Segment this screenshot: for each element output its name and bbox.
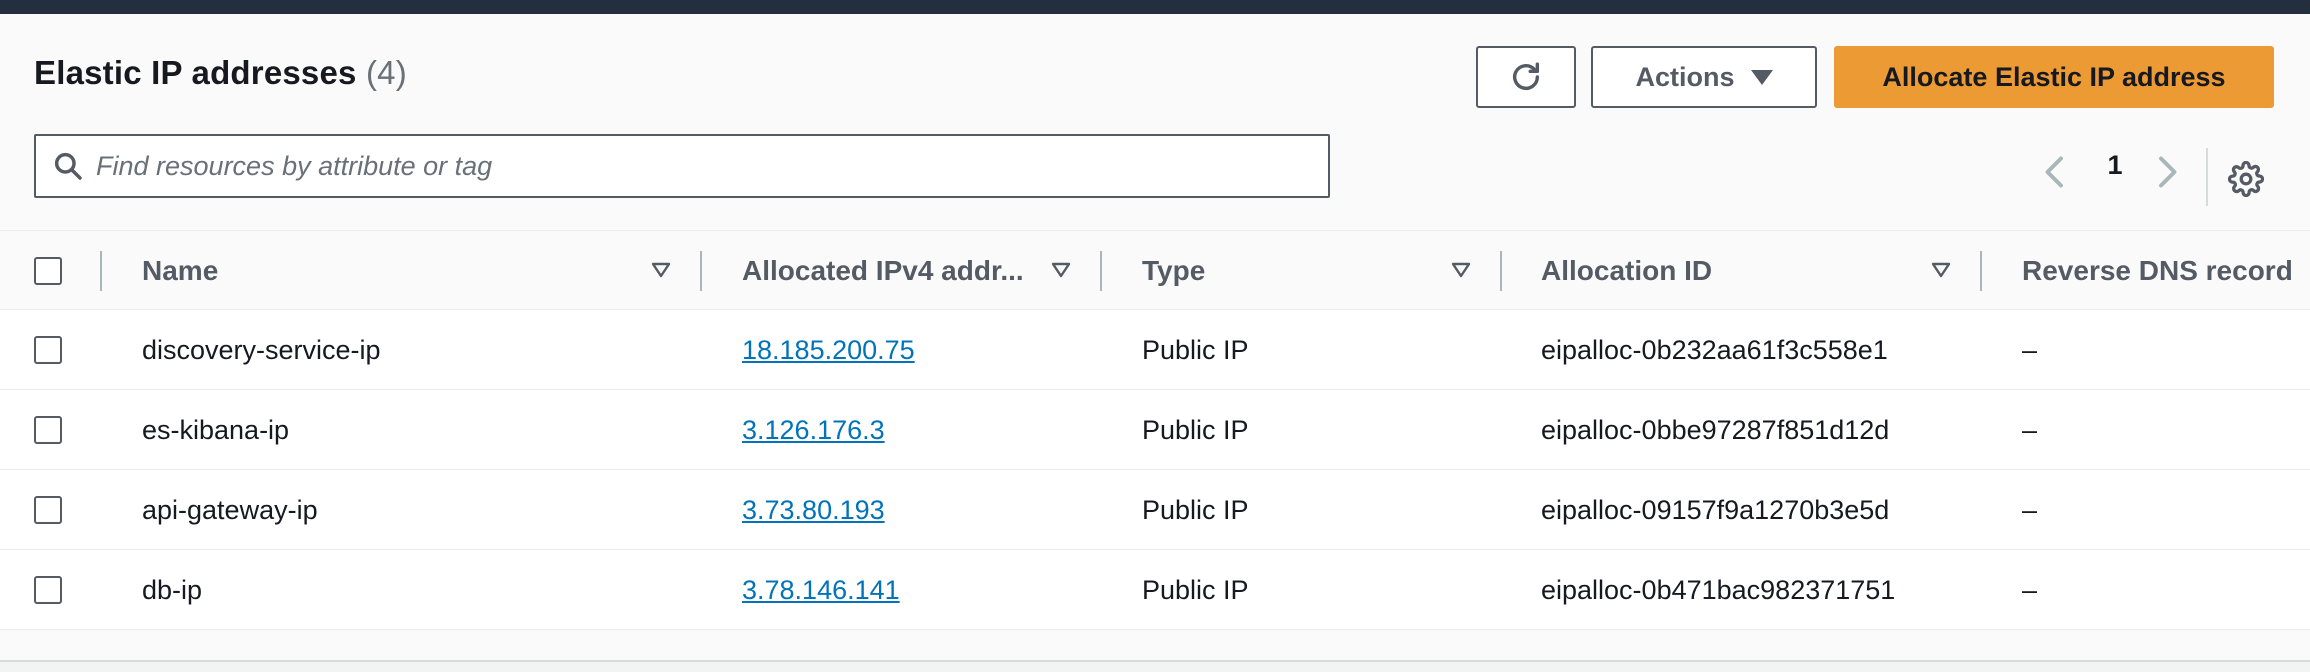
actions-label: Actions [1635,61,1735,92]
cell-ipv4: 3.73.80.193 [742,470,885,550]
row-checkbox[interactable] [34,416,62,444]
cell-ipv4: 3.78.146.141 [742,550,900,630]
refresh-button[interactable] [1476,46,1576,108]
caret-down-icon [1750,69,1773,85]
elastic-ip-table: Name Allocated IPv4 addr... Type Allocat… [0,230,2310,630]
column-divider [1500,251,1502,291]
row-checkbox[interactable] [34,576,62,604]
ipv4-link[interactable]: 18.185.200.75 [742,335,915,366]
cell-allocation-id: eipalloc-0bbe97287f851d12d [1541,414,1890,445]
cell-name: api-gateway-ip [142,494,318,525]
cell-allocation-id: eipalloc-09157f9a1270b3e5d [1541,494,1890,525]
column-divider [1980,251,1982,291]
preferences-button[interactable] [2227,160,2265,202]
cell-name: es-kibana-ip [142,414,290,445]
cell-type: Public IP [1142,574,1249,605]
table-header-row: Name Allocated IPv4 addr... Type Allocat… [0,230,2310,310]
row-checkbox[interactable] [34,336,62,364]
resource-count: (4) [365,54,407,91]
cell-reverse-dns: – [2022,334,2038,365]
search-input[interactable] [96,150,1276,182]
ipv4-link[interactable]: 3.78.146.141 [742,575,900,606]
page-title-text: Elastic IP addresses [34,54,357,91]
column-header-reverse-dns[interactable]: Reverse DNS record [2022,231,2293,311]
column-divider [100,251,102,291]
select-all-checkbox[interactable] [34,257,62,285]
search-icon [54,152,82,180]
sort-caret-icon[interactable] [650,259,672,281]
chevron-left-icon [2045,156,2063,188]
cell-reverse-dns: – [2022,574,2038,605]
gear-icon [2227,160,2265,198]
console-top-bar [0,0,2310,14]
column-header-allocation-id[interactable]: Allocation ID [1541,231,1712,311]
sort-caret-icon[interactable] [1450,259,1472,281]
ipv4-link[interactable]: 3.126.176.3 [742,415,885,446]
cell-ipv4: 18.185.200.75 [742,310,915,390]
previous-page-button[interactable] [2040,154,2070,195]
column-header-ipv4[interactable]: Allocated IPv4 addr... [742,231,1024,311]
allocate-label: Allocate Elastic IP address [1882,61,2226,92]
search-field[interactable] [34,134,1330,198]
cell-reverse-dns: – [2022,414,2038,445]
table-row[interactable]: es-kibana-ip 3.126.176.3 Public IP eipal… [0,390,2310,470]
sort-caret-icon[interactable] [1050,259,1072,281]
column-header-type[interactable]: Type [1142,231,1205,311]
column-header-name[interactable]: Name [142,231,218,311]
cell-type: Public IP [1142,414,1249,445]
column-divider [1100,251,1102,291]
cell-type: Public IP [1142,494,1249,525]
next-page-button[interactable] [2152,154,2182,195]
cell-allocation-id: eipalloc-0b232aa61f3c558e1 [1541,334,1888,365]
page-title: Elastic IP addresses (4) [34,54,407,92]
table-footer-edge [0,660,2310,672]
allocate-elastic-ip-button[interactable]: Allocate Elastic IP address [1834,46,2274,108]
current-page-number[interactable]: 1 [2100,150,2130,181]
cell-reverse-dns: – [2022,494,2038,525]
page-header: Elastic IP addresses (4) Actions Allocat… [0,14,2310,230]
table-row[interactable]: api-gateway-ip 3.73.80.193 Public IP eip… [0,470,2310,550]
sort-caret-icon[interactable] [1930,259,1952,281]
actions-dropdown-button[interactable]: Actions [1591,46,1817,108]
pagination-divider [2206,148,2208,206]
cell-name: discovery-service-ip [142,334,381,365]
cell-allocation-id: eipalloc-0b471bac982371751 [1541,574,1896,605]
refresh-icon [1512,62,1540,90]
ipv4-link[interactable]: 3.73.80.193 [742,495,885,526]
cell-name: db-ip [142,574,203,605]
table-row[interactable]: db-ip 3.78.146.141 Public IP eipalloc-0b… [0,550,2310,630]
column-divider [700,251,702,291]
table-row[interactable]: discovery-service-ip 18.185.200.75 Publi… [0,310,2310,390]
cell-ipv4: 3.126.176.3 [742,390,885,470]
cell-type: Public IP [1142,334,1249,365]
chevron-right-icon [2159,156,2177,188]
row-checkbox[interactable] [34,496,62,524]
